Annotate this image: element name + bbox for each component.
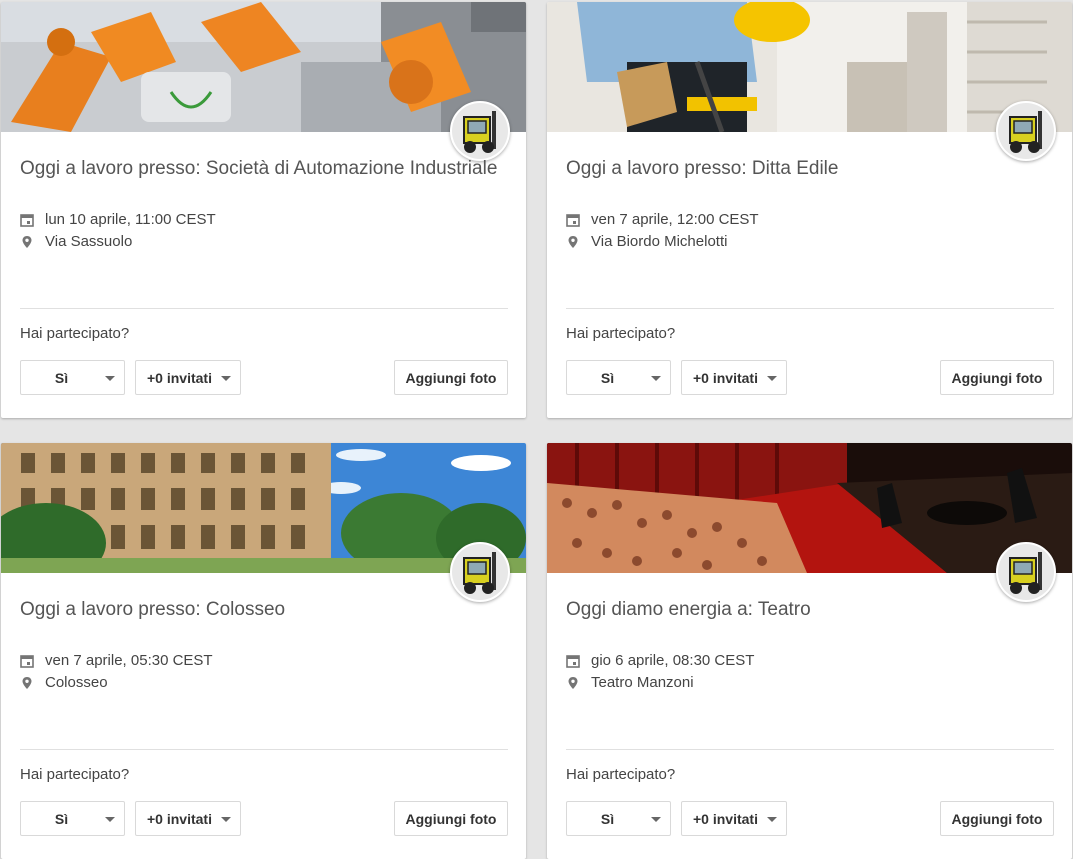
- caret-down-icon: [221, 817, 231, 822]
- event-card[interactable]: Oggi a lavoro presso: Società di Automaz…: [1, 2, 526, 418]
- forklift-icon[interactable]: [996, 542, 1056, 602]
- event-location: Teatro Manzoni: [566, 674, 1046, 691]
- add-photo-button[interactable]: Aggiungi foto: [394, 801, 508, 836]
- event-location: Colosseo: [20, 674, 500, 691]
- event-title[interactable]: Oggi diamo energia a: Teatro: [566, 599, 1056, 621]
- forklift-icon[interactable]: [450, 101, 510, 161]
- guests-dropdown[interactable]: +0 invitati: [135, 801, 241, 836]
- calendar-icon: [20, 213, 34, 227]
- rsvp-dropdown[interactable]: Sì: [20, 801, 125, 836]
- rsvp-dropdown[interactable]: Sì: [566, 360, 671, 395]
- event-card[interactable]: Oggi a lavoro presso: Colosseo ven 7 apr…: [1, 443, 526, 859]
- event-date-text: ven 7 aprile, 12:00 CEST: [591, 211, 759, 228]
- caret-down-icon: [221, 376, 231, 381]
- rsvp-label: Sì: [600, 369, 615, 386]
- event-date-text: ven 7 aprile, 05:30 CEST: [45, 652, 213, 669]
- map-pin-icon: [566, 235, 580, 249]
- attendance-question: Hai partecipato?: [566, 766, 676, 783]
- guests-dropdown[interactable]: +0 invitati: [681, 801, 787, 836]
- event-location: Via Sassuolo: [20, 233, 500, 250]
- add-photo-button[interactable]: Aggiungi foto: [940, 360, 1054, 395]
- guests-label: +0 invitati: [147, 369, 212, 386]
- theater-cover-image: [547, 443, 1072, 573]
- map-pin-icon: [20, 676, 34, 690]
- caret-down-icon: [105, 817, 115, 822]
- event-date-text: lun 10 aprile, 11:00 CEST: [45, 211, 216, 228]
- caret-down-icon: [767, 376, 777, 381]
- event-title[interactable]: Oggi a lavoro presso: Colosseo: [20, 599, 510, 621]
- divider: [566, 308, 1054, 309]
- rsvp-label: Sì: [600, 810, 615, 827]
- guests-label: +0 invitati: [693, 369, 758, 386]
- calendar-icon: [566, 213, 580, 227]
- guests-label: +0 invitati: [693, 810, 758, 827]
- event-title[interactable]: Oggi a lavoro presso: Ditta Edile: [566, 158, 1056, 180]
- event-location-text: Via Biordo Michelotti: [591, 233, 728, 250]
- event-location-text: Via Sassuolo: [45, 233, 133, 250]
- attendance-question: Hai partecipato?: [566, 325, 676, 342]
- calendar-icon: [566, 654, 580, 668]
- guests-dropdown[interactable]: +0 invitati: [681, 360, 787, 395]
- event-title[interactable]: Oggi a lavoro presso: Società di Automaz…: [20, 158, 510, 180]
- event-card[interactable]: Oggi diamo energia a: Teatro gio 6 april…: [547, 443, 1072, 859]
- event-location: Via Biordo Michelotti: [566, 233, 1046, 250]
- forklift-icon[interactable]: [996, 101, 1056, 161]
- event-location-text: Colosseo: [45, 674, 108, 691]
- caret-down-icon: [767, 817, 777, 822]
- caret-down-icon: [651, 376, 661, 381]
- construction-worker-cover-image: [547, 2, 1072, 132]
- guests-label: +0 invitati: [147, 810, 212, 827]
- event-location-text: Teatro Manzoni: [591, 674, 694, 691]
- guests-dropdown[interactable]: +0 invitati: [135, 360, 241, 395]
- rsvp-dropdown[interactable]: Sì: [20, 360, 125, 395]
- event-date-text: gio 6 aprile, 08:30 CEST: [591, 652, 755, 669]
- event-date: ven 7 aprile, 12:00 CEST: [566, 211, 1046, 228]
- event-date: ven 7 aprile, 05:30 CEST: [20, 652, 500, 669]
- divider: [20, 308, 508, 309]
- map-pin-icon: [20, 235, 34, 249]
- rsvp-dropdown[interactable]: Sì: [566, 801, 671, 836]
- caret-down-icon: [651, 817, 661, 822]
- add-photo-button[interactable]: Aggiungi foto: [940, 801, 1054, 836]
- forklift-icon[interactable]: [450, 542, 510, 602]
- add-photo-button[interactable]: Aggiungi foto: [394, 360, 508, 395]
- calendar-icon: [20, 654, 34, 668]
- attendance-question: Hai partecipato?: [20, 325, 130, 342]
- divider: [566, 749, 1054, 750]
- colosseum-cover-image: [1, 443, 526, 573]
- event-date: gio 6 aprile, 08:30 CEST: [566, 652, 1046, 669]
- caret-down-icon: [105, 376, 115, 381]
- event-card[interactable]: Oggi a lavoro presso: Ditta Edile ven 7 …: [547, 2, 1072, 418]
- attendance-question: Hai partecipato?: [20, 766, 130, 783]
- rsvp-label: Sì: [54, 369, 69, 386]
- rsvp-label: Sì: [54, 810, 69, 827]
- robot-factory-cover-image: [1, 2, 526, 132]
- map-pin-icon: [566, 676, 580, 690]
- divider: [20, 749, 508, 750]
- event-date: lun 10 aprile, 11:00 CEST: [20, 211, 500, 228]
